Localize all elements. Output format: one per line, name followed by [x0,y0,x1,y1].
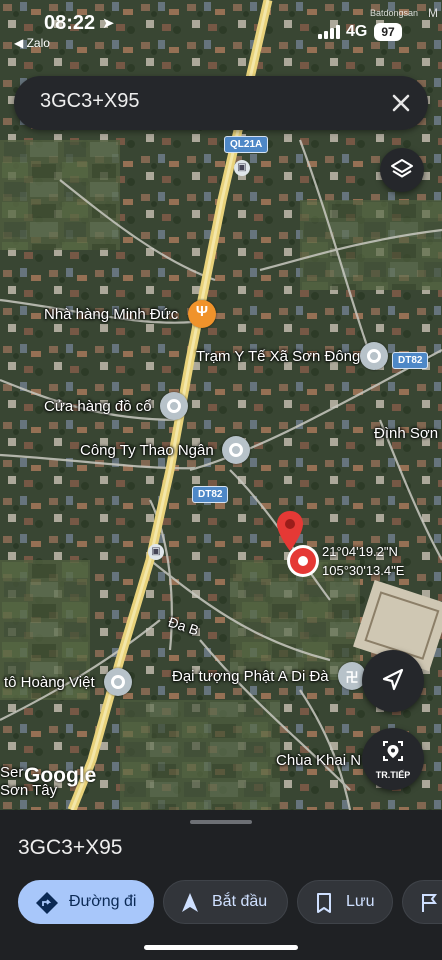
navigation-arrow-icon [182,893,198,912]
map-label-pagoda[interactable]: Chùa Khai N [276,752,361,769]
status-bar: 08:22 ➤ ◀ Zalo Batdongsan M 4G 97 [0,0,442,50]
place-title: 3GC3+X95 [18,836,123,859]
layers-icon [391,159,413,178]
flag-icon [422,894,437,912]
search-query[interactable]: 3GC3+X95 [40,90,140,113]
start-button[interactable]: Bắt đầu [163,880,288,924]
google-logo: Google [24,764,97,787]
company-pin-icon[interactable] [222,436,250,464]
close-icon[interactable] [388,90,414,116]
clinic-pin-icon[interactable] [360,342,388,370]
map-label-shop[interactable]: Cửa hàng đồ cổ [44,398,152,415]
directions-label: Đường đi [69,893,137,910]
bus-stop-icon[interactable]: ▣ [234,160,250,176]
map-label-son-tay: Ser [0,764,24,781]
directions-icon [36,892,58,914]
directions-button[interactable]: Đường đi [18,880,154,924]
restaurant-icon[interactable]: Ψ [188,300,216,328]
map-label-clinic[interactable]: Trạm Y Tế Xã Sơn Đông [196,348,360,365]
road-shield-ql21a: QL21A [224,136,269,153]
longitude: 105°30'13.4"E [322,563,405,578]
latitude: 21°04'19.2"N [322,544,398,559]
dropped-pin-icon[interactable] [290,548,316,574]
map-label-hoang-viet[interactable]: tô Hoàng Việt [4,674,95,691]
search-bar[interactable]: 3GC3+X95 [14,76,428,130]
start-label: Bắt đầu [212,893,268,910]
live-view-label: TR.TIẾP [375,770,411,780]
map-label-dinh-son[interactable]: Đình Sơn [374,425,438,442]
coordinates-label: 21°04'19.2"N 105°30'13.4"E [322,542,404,580]
home-indicator[interactable] [144,945,298,950]
map-label-restaurant[interactable]: Nhà hàng Minh Đức [44,306,178,323]
network-type: 4G [346,23,368,40]
save-label: Lưu [346,893,375,910]
bus-stop-icon[interactable]: ▣ [148,544,164,560]
save-button[interactable]: Lưu [297,880,393,924]
location-arrow-icon: ➤ [102,15,115,32]
clock: 08:22 [44,12,96,34]
battery-icon: 97 [374,23,402,41]
road-shield-dt82: DT82 [192,486,229,503]
location-pin-icon[interactable] [276,510,304,552]
map-label-company[interactable]: Công Ty Thao Ngân [80,442,214,459]
corner-label: M [428,6,438,20]
navigate-button[interactable] [362,650,424,712]
watermark: Batdongsan [370,8,419,18]
more-actions-button[interactable] [402,880,442,924]
drag-handle[interactable] [190,820,252,824]
live-view-button[interactable]: TR.TIẾP [362,728,424,790]
bookmark-icon [317,893,331,913]
road-shield-dt82: DT82 [392,352,429,369]
place-pin-icon[interactable] [104,668,132,696]
back-to-app-link[interactable]: ◀ Zalo [14,36,50,50]
layers-button[interactable] [380,148,424,192]
map-label-buddha[interactable]: Đại tượng Phật A Di Đà [172,668,329,685]
shop-pin-icon[interactable] [160,392,188,420]
signal-icon [318,25,340,39]
place-sheet[interactable]: 3GC3+X95 Đường đi Bắt đầu Lưu [0,810,442,960]
navigation-arrow-icon [382,668,404,691]
